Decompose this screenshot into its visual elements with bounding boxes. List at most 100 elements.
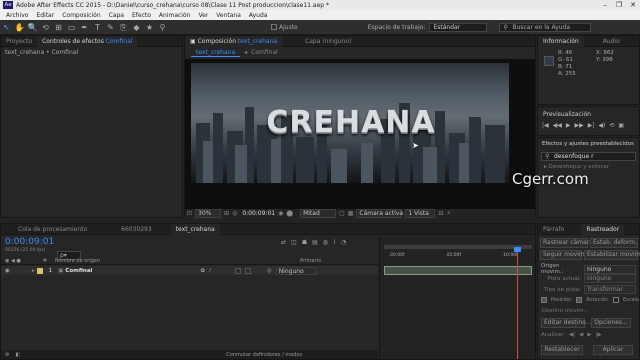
layer-switch-shy[interactable]: ✿ — [200, 268, 205, 274]
menu-capa[interactable]: Capa — [105, 12, 128, 19]
minimize-icon[interactable]: – — [598, 1, 612, 9]
tab-parrafo[interactable]: Párrafo — [538, 226, 569, 233]
track-type-dropdown[interactable]: Transformar — [584, 285, 636, 294]
pen-tool-icon[interactable]: ✒ — [79, 22, 90, 33]
mute-audio-icon[interactable]: ◀) — [598, 122, 605, 129]
first-frame-icon[interactable]: |◀ — [542, 122, 549, 129]
track-motion-button[interactable]: Seguir movim. — [540, 250, 587, 260]
menu-ver[interactable]: Ver — [194, 12, 212, 19]
loop-icon[interactable]: ⟲ — [609, 122, 614, 129]
last-frame-icon[interactable]: ▶| — [588, 122, 595, 129]
previous-frame-icon[interactable]: ◀◀ — [553, 122, 562, 129]
brainstorm-icon[interactable]: ◔ — [341, 239, 346, 246]
comp-timecode[interactable]: 0:00:09:01 — [242, 210, 275, 217]
timeline-graph-area[interactable]: 00:00f 05:00f 10:00f — [379, 237, 535, 359]
help-search-input[interactable]: ⚲ Buscar en la Ayuda — [499, 22, 592, 32]
play-icon[interactable]: ▶ — [566, 122, 571, 129]
layer-name[interactable]: Comfinal — [65, 268, 92, 274]
visibility-eye-icon[interactable]: ◉ — [5, 268, 10, 274]
playhead-handle[interactable] — [514, 247, 521, 252]
options-button[interactable]: Opciones... — [591, 318, 631, 328]
layer-duration-bar[interactable] — [384, 266, 532, 275]
camera-dropdown[interactable]: Cámara activa — [356, 209, 403, 218]
layer-switch-3d[interactable] — [234, 267, 241, 274]
roto-tool-icon[interactable]: ★ — [144, 22, 155, 33]
tab-rastreador[interactable]: Rastreador — [581, 223, 625, 235]
clone-tool-icon[interactable]: ⎘ — [118, 22, 129, 33]
scale-checkbox[interactable] — [612, 297, 619, 303]
magnify-icon[interactable]: ⊡ — [187, 210, 192, 217]
tab-informacion[interactable]: Información — [538, 35, 584, 47]
expand-arrow-icon[interactable]: ▸ — [32, 268, 35, 274]
zoom-tool-icon[interactable]: 🔍 — [27, 22, 38, 33]
tab-text-crehana[interactable]: text_crehana — [170, 223, 220, 235]
menu-archivo[interactable]: Archivo — [2, 12, 32, 19]
layer-row[interactable]: ◉ ▸ 1 ▣ Comfinal ✿ / ◎ Ninguno — [1, 266, 378, 275]
menu-ventana[interactable]: Ventana — [212, 12, 245, 19]
selection-tool-icon[interactable]: ↖ — [1, 22, 12, 33]
analyze-back-1-icon[interactable]: ◀| — [569, 332, 575, 338]
next-frame-icon[interactable]: ▶▶ — [575, 122, 584, 129]
view-layout-dropdown[interactable]: 1 Vista — [405, 209, 436, 218]
tab-cola-procesamiento[interactable]: Cola de procesamiento — [13, 226, 92, 233]
motion-source-dropdown[interactable]: ninguno — [584, 264, 636, 274]
warp-stabilizer-button[interactable]: Estab. deform. — [590, 238, 638, 248]
rotate-tool-icon[interactable]: ⟲ — [40, 22, 51, 33]
menu-editar[interactable]: Editar — [32, 12, 58, 19]
snap-toggle[interactable]: Ajuste — [271, 24, 298, 31]
frame-blending-icon[interactable]: ▤ — [312, 239, 318, 246]
camera-tool-icon[interactable]: ⊞ — [53, 22, 64, 33]
tab-composicion[interactable]: ▣ Composición text_crehana — [185, 35, 283, 47]
menu-efecto[interactable]: Efecto — [128, 12, 155, 19]
graph-editor-icon[interactable]: ⌇ — [333, 239, 336, 246]
track-camera-button[interactable]: Rastrear cámara — [540, 238, 593, 248]
subtab-text-crehana[interactable]: text_crehana — [191, 48, 241, 57]
zoom-dropdown[interactable]: 30% — [195, 209, 222, 218]
tab-comp-66030293[interactable]: 66030293 — [116, 226, 157, 233]
timeline-timecode[interactable]: 0:00:09:01 — [5, 237, 54, 247]
menu-animacion[interactable]: Animación — [155, 12, 195, 19]
layer-switch-fx[interactable]: / — [209, 268, 211, 274]
close-icon[interactable]: ✕ — [626, 1, 640, 9]
layer-parent-dropdown[interactable]: Ninguno — [275, 266, 316, 275]
grid-icon[interactable]: ⊞ — [224, 210, 229, 217]
pickwhip-icon[interactable]: ◎ — [267, 268, 272, 274]
snap-checkbox[interactable] — [271, 24, 277, 30]
reset-button[interactable]: Restablecer — [541, 345, 583, 355]
maximize-icon[interactable]: ❐ — [612, 1, 626, 9]
tab-proyecto[interactable]: Proyecto — [1, 38, 37, 45]
analyze-forward-1-icon[interactable]: |▶ — [596, 332, 602, 338]
transparency-icon[interactable]: ▦ — [348, 210, 354, 217]
toggle-switches-icon[interactable]: ⚙ — [5, 352, 9, 358]
layer-switch-adjust[interactable] — [244, 267, 251, 274]
eraser-tool-icon[interactable]: ◆ — [131, 22, 142, 33]
position-checkbox[interactable] — [541, 297, 547, 303]
layer-label-color[interactable] — [36, 267, 43, 274]
stabilize-motion-button[interactable]: Estabilizar movim. — [584, 250, 640, 260]
ram-preview-icon[interactable]: ▣ — [618, 122, 624, 129]
composition-viewer[interactable]: CREHANA ➤ — [185, 59, 535, 209]
tab-audio[interactable]: Audio — [598, 38, 625, 45]
brush-tool-icon[interactable]: ✎ — [105, 22, 116, 33]
rotation-checkbox[interactable] — [576, 297, 583, 303]
comp-mini-flowchart-icon[interactable]: ⇄ — [281, 239, 286, 246]
apply-button[interactable]: Aplicar — [593, 345, 633, 355]
subtab-comfinal[interactable]: Comfinal — [251, 49, 278, 56]
snapshot-icon[interactable]: ◉ — [278, 210, 283, 217]
mask-icon[interactable]: ◎ — [232, 210, 237, 217]
fast-preview-icon[interactable]: ⚡ — [446, 210, 450, 217]
motion-blur-icon[interactable]: ◍ — [323, 239, 328, 246]
resolution-dropdown[interactable]: Mitad — [300, 209, 337, 218]
color-channel-icon[interactable]: ⬤ — [286, 210, 293, 217]
menu-ayuda[interactable]: Ayuda — [245, 12, 272, 19]
edit-target-button[interactable]: Editar destino... — [541, 318, 591, 328]
tab-capa[interactable]: Capa (ninguno) — [300, 38, 356, 45]
shy-layers-icon[interactable]: ☗ — [302, 239, 307, 246]
menu-composicion[interactable]: Composición — [58, 12, 104, 19]
view-options-icon[interactable]: ⊟ — [438, 210, 443, 217]
hand-tool-icon[interactable]: ✋ — [14, 22, 25, 33]
analyze-backward-icon[interactable]: ◀ — [579, 332, 583, 338]
effects-search-input[interactable]: ⚲ desenfoque r — [541, 152, 636, 161]
current-track-dropdown[interactable]: ninguno — [584, 274, 636, 283]
workspace-dropdown[interactable]: Estándar — [429, 22, 488, 32]
